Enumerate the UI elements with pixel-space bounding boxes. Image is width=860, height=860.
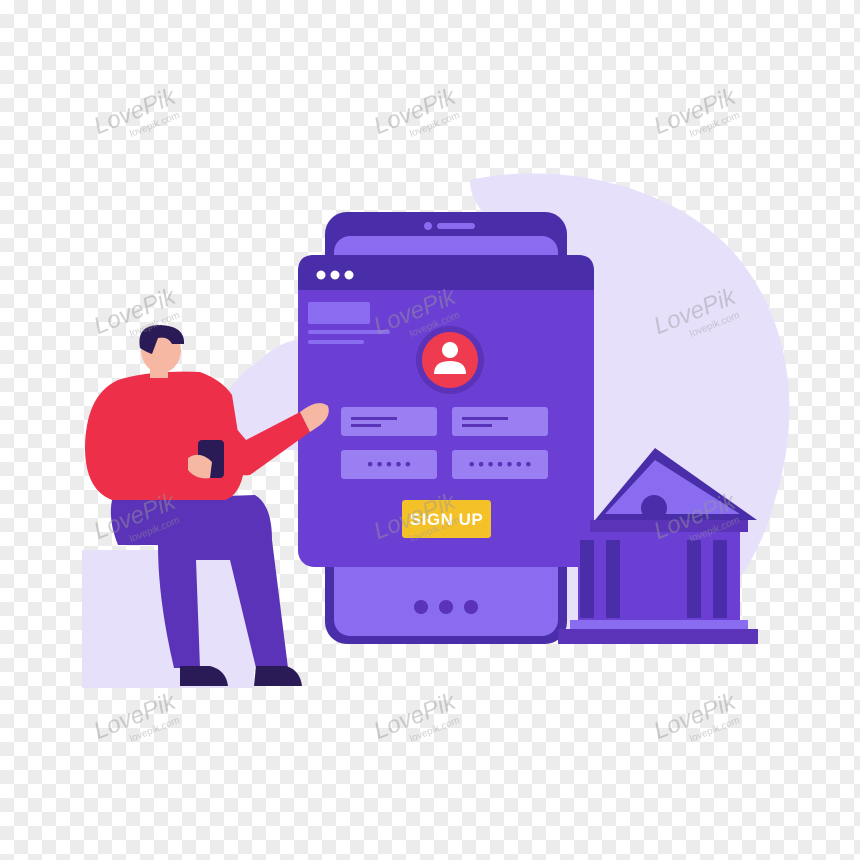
signup-illustration: ••••• ••••••• SIGN UP [82,173,790,688]
name-field-left[interactable] [341,407,437,436]
window-header-line-2 [308,340,364,344]
window-dot-1 [316,270,326,280]
app-window: ••••• ••••••• SIGN UP [298,255,594,567]
phone-camera [424,222,432,230]
signup-button[interactable]: SIGN UP [402,500,491,538]
bank-column-2 [606,540,620,618]
bank-emblem [641,495,667,521]
password-field-right[interactable]: ••••••• [452,450,548,479]
phone-dot-middle [439,600,453,614]
window-dot-2 [330,270,340,280]
person-shoe-right [254,666,302,686]
avatar [422,332,478,388]
illustration-canvas: ••••• ••••••• SIGN UP LovePik lovepik.co… [0,0,860,860]
window-header-line-1 [308,330,390,334]
phone-speaker [437,223,475,229]
phone-dot-left [414,600,428,614]
name-field-right[interactable] [452,407,548,436]
password-field-left[interactable]: ••••• [341,450,437,479]
window-dot-3 [344,270,354,280]
phone-dot-right [464,600,478,614]
window-header-block [308,302,370,324]
bank-column-3 [687,540,701,618]
signup-button-label: SIGN UP [410,510,483,529]
bank-column-4 [713,540,727,618]
password-mask-right: ••••••• [467,455,533,474]
bank-column-1 [580,540,594,618]
password-mask-left: ••••• [365,455,412,474]
